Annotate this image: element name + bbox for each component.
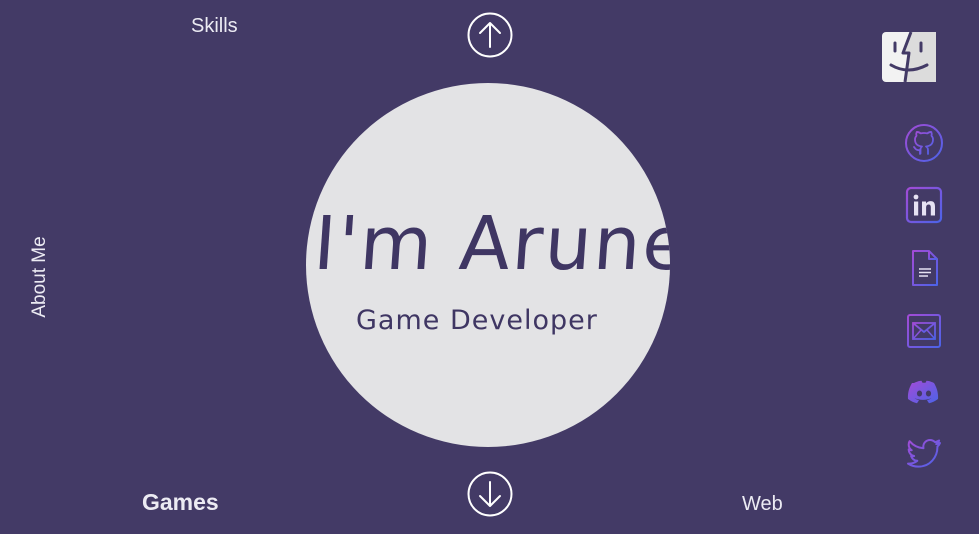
email-icon[interactable] bbox=[904, 311, 944, 351]
hero-role: Game Developer bbox=[356, 305, 598, 336]
linkedin-icon[interactable] bbox=[904, 185, 944, 225]
nav-skills[interactable]: Skills bbox=[191, 15, 238, 38]
twitter-icon[interactable] bbox=[904, 435, 944, 475]
nav-games[interactable]: Games bbox=[142, 489, 219, 516]
hero-name: I'm Arune bbox=[310, 201, 670, 287]
resume-document-icon[interactable] bbox=[904, 248, 944, 288]
finder-face-icon[interactable] bbox=[881, 31, 937, 83]
nav-web[interactable]: Web bbox=[742, 493, 783, 516]
nav-about-me[interactable]: About Me bbox=[29, 236, 51, 317]
github-icon[interactable] bbox=[904, 123, 944, 163]
arrow-up-icon[interactable] bbox=[467, 12, 513, 58]
discord-icon[interactable] bbox=[904, 373, 944, 413]
hero-circle: I'm Arune Game Developer bbox=[306, 83, 670, 447]
arrow-down-icon[interactable] bbox=[467, 471, 513, 517]
